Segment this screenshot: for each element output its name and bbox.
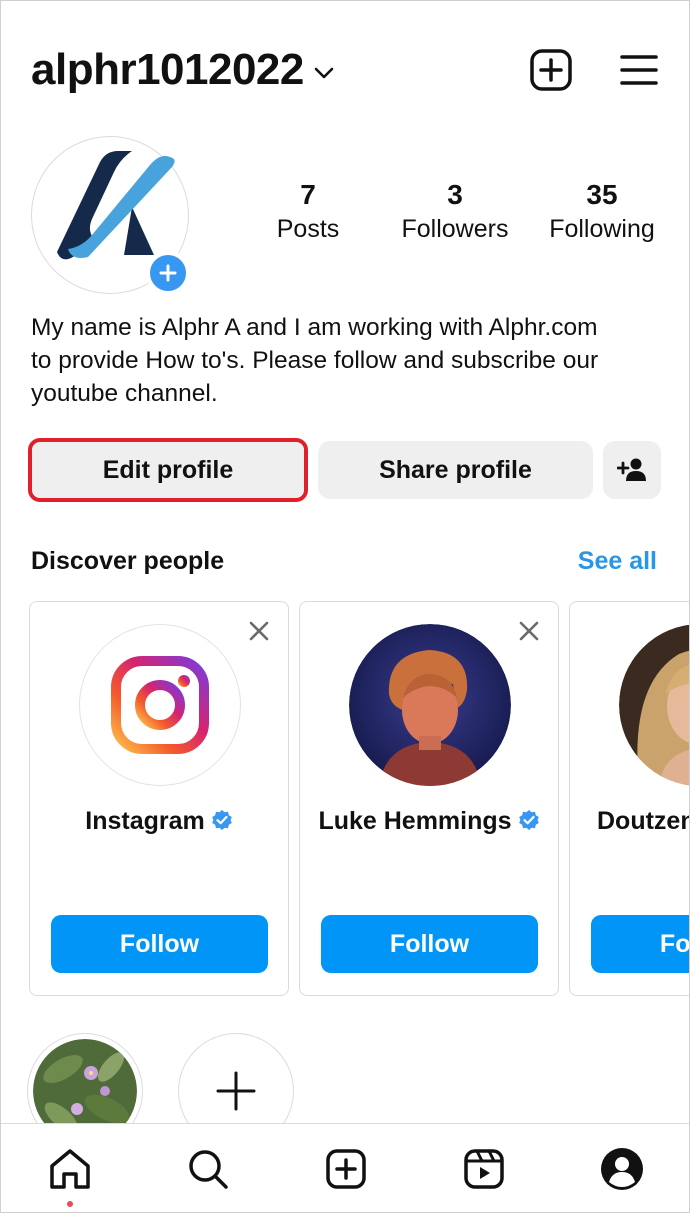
instagram-logo-icon (111, 656, 209, 754)
following-label: Following (549, 215, 655, 243)
posts-count: 7 (300, 179, 316, 210)
followers-count: 3 (447, 179, 463, 210)
verified-badge-icon (211, 810, 232, 831)
nav-profile[interactable] (599, 1146, 645, 1192)
bio-line: youtube channel. (31, 380, 218, 407)
followers-stat[interactable]: 3 Followers (380, 179, 530, 244)
bottom-nav (1, 1123, 689, 1212)
share-profile-button[interactable]: Share profile (318, 441, 593, 499)
suggestion-card: Luke Hemmings Follow (299, 601, 559, 996)
profile-bio: My name is Alphr A and I am working with… (31, 311, 671, 410)
posts-label: Posts (276, 215, 340, 243)
app-screen: alphr1012022 7 Posts 3 Followers 35 Foll… (0, 0, 690, 1213)
suggestion-card: Instagram Follow (29, 601, 289, 996)
suggestion-avatar[interactable] (79, 624, 241, 786)
profile-header: alphr1012022 (1, 1, 689, 121)
home-icon (50, 1149, 90, 1189)
edit-profile-button[interactable]: Edit profile (32, 441, 304, 499)
suggestion-name: Instagram (30, 807, 288, 836)
person-photo (619, 624, 689, 786)
followers-label: Followers (401, 215, 509, 243)
close-icon[interactable] (518, 620, 540, 642)
verified-badge-icon (518, 810, 539, 831)
nav-create[interactable] (323, 1146, 369, 1192)
person-photo (349, 624, 511, 786)
follow-button[interactable]: Follow (591, 915, 689, 973)
search-icon (189, 1150, 228, 1189)
add-person-icon (617, 458, 646, 481)
close-icon[interactable] (248, 620, 270, 642)
create-post-button[interactable] (528, 47, 574, 93)
profile-icon (601, 1148, 643, 1190)
following-stat[interactable]: 35 Following (527, 179, 677, 244)
menu-button[interactable] (616, 47, 662, 93)
plus-icon (159, 264, 177, 282)
account-switcher[interactable]: alphr1012022 (31, 45, 334, 95)
chevron-down-icon (314, 67, 334, 79)
create-icon (326, 1149, 366, 1189)
following-count: 35 (586, 179, 618, 210)
bio-line: My name is Alphr A and I am working with… (31, 314, 598, 341)
nav-reels[interactable] (461, 1146, 507, 1192)
nav-search[interactable] (185, 1146, 231, 1192)
add-story-button[interactable] (146, 251, 190, 295)
bio-line: to provide How to's. Please follow and s… (31, 347, 599, 374)
nav-home[interactable] (47, 1146, 93, 1192)
plus-icon (216, 1071, 256, 1111)
suggestion-card: Doutzen Follow (569, 601, 690, 996)
discover-people-title: Discover people (31, 547, 225, 575)
notification-dot (67, 1201, 73, 1207)
suggestion-name-text: Doutzen (597, 807, 690, 835)
reels-icon (464, 1149, 504, 1189)
hamburger-menu-icon (620, 55, 658, 85)
see-all-link[interactable]: See all (578, 547, 657, 576)
suggestion-name-text: Instagram (85, 807, 205, 835)
posts-stat[interactable]: 7 Posts (233, 179, 383, 244)
suggestion-name-text: Luke Hemmings (318, 807, 512, 835)
suggestion-avatar[interactable] (349, 624, 511, 786)
suggestion-name: Doutzen (570, 807, 690, 836)
suggestion-avatar[interactable] (619, 624, 689, 786)
username: alphr1012022 (31, 45, 304, 94)
follow-button[interactable]: Follow (51, 915, 268, 973)
follow-button[interactable]: Follow (321, 915, 538, 973)
discover-people-toggle-button[interactable] (603, 441, 661, 499)
plus-square-icon (530, 49, 572, 91)
suggestion-name: Luke Hemmings (300, 807, 558, 836)
